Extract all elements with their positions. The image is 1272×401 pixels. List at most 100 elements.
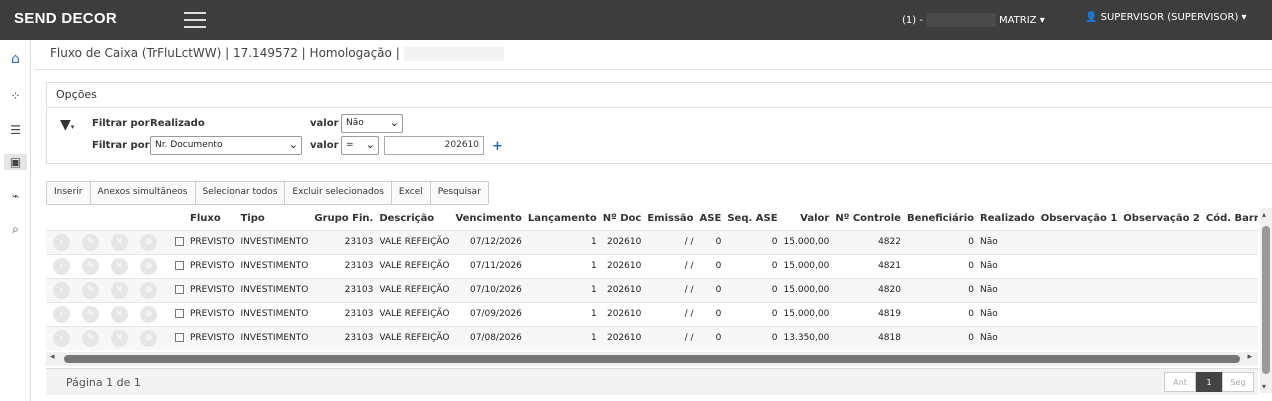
edit-icon[interactable]: ✎ xyxy=(82,233,99,251)
col-header[interactable]: Nº Controle xyxy=(832,208,904,230)
filter2-value-input[interactable]: 202610 xyxy=(384,136,484,155)
money-icon[interactable]: ▣ xyxy=(4,154,27,170)
loading-icon[interactable]: ⁘ xyxy=(7,88,24,104)
table-cell: 0 xyxy=(696,253,725,278)
row-checkbox[interactable] xyxy=(175,309,184,318)
scroll-right-icon[interactable]: ▸ xyxy=(1247,352,1252,362)
vertical-scrollbar[interactable]: ▴ ▾ xyxy=(1260,208,1272,393)
col-header[interactable]: ASE xyxy=(697,208,725,230)
table-row[interactable]: ⌕ ✎ ✕ ⊘ PREVISTO INVESTIMENTO 23103 VALE REFEIÇ… xyxy=(46,301,1258,326)
scroll-left-icon[interactable]: ◂ xyxy=(50,352,55,362)
excel-button[interactable]: Excel xyxy=(391,182,431,204)
user-menu[interactable]: 👤 SUPERVISOR (SUPERVISOR) ▾ xyxy=(1085,12,1247,23)
delete-icon[interactable]: ✕ xyxy=(111,233,128,251)
scroll-down-icon[interactable]: ▾ xyxy=(1262,382,1266,391)
table-row[interactable]: ⌕ ✎ ✕ ⊘ PREVISTO INVESTIMENTO 23103 VALE REFEIÇ… xyxy=(46,277,1258,302)
row-checkbox[interactable] xyxy=(175,237,184,246)
scroll-thumb[interactable] xyxy=(1262,226,1270,374)
col-header[interactable]: Seq. ASE xyxy=(724,208,780,230)
hamburger-menu-icon[interactable] xyxy=(184,12,206,28)
edit-icon[interactable]: ✎ xyxy=(82,305,99,323)
row-checkbox[interactable] xyxy=(175,261,184,270)
table-cell: / / xyxy=(644,253,697,278)
table-cell: 07/11/2026 xyxy=(452,253,525,278)
delete-icon[interactable]: ✕ xyxy=(111,257,128,275)
filter2-field-select[interactable]: Nr. Documento ⌄ xyxy=(150,136,302,155)
current-page-button[interactable]: 1 xyxy=(1196,372,1222,392)
home-icon[interactable]: ⌂ xyxy=(7,51,24,67)
search-button[interactable]: Pesquisar xyxy=(430,182,488,204)
col-header[interactable]: Observação 1 xyxy=(1038,208,1121,230)
table-row[interactable]: ⌕ ✎ ✕ ⊘ PREVISTO INVESTIMENTO 23103 VALE REFEIÇ… xyxy=(46,229,1258,254)
view-icon[interactable]: ⌕ xyxy=(53,281,70,299)
col-header[interactable]: Observação 2 xyxy=(1120,208,1203,230)
filter2-operator-select[interactable]: = ⌄ xyxy=(341,136,379,155)
scroll-up-icon[interactable]: ▴ xyxy=(1262,210,1266,219)
company-selector[interactable]: (1) - MATRIZ ▾ xyxy=(902,13,1045,27)
view-icon[interactable]: ⌕ xyxy=(53,233,70,251)
col-header[interactable]: Nº Doc xyxy=(600,208,645,230)
filter1-value-select[interactable]: Não ⌄ xyxy=(341,114,403,133)
prev-page-button[interactable]: Ant xyxy=(1164,372,1196,392)
breadcrumb: Fluxo de Caixa (TrFluLctWW) | 17.149572 … xyxy=(50,46,504,61)
row-checkbox[interactable] xyxy=(175,285,184,294)
delete-icon[interactable]: ✕ xyxy=(111,305,128,323)
delete-icon[interactable]: ✕ xyxy=(111,281,128,299)
table-cell: 0 xyxy=(696,301,725,326)
next-page-button[interactable]: Seg xyxy=(1222,372,1254,392)
row-checkbox[interactable] xyxy=(175,333,184,343)
col-header[interactable]: Lançamento xyxy=(525,208,600,230)
select-all-button[interactable]: Selecionar todos xyxy=(195,182,286,204)
search-icon[interactable]: ⌕ xyxy=(7,221,24,237)
table-cell: 15.000,00 xyxy=(780,229,833,254)
attach-icon[interactable]: ⊘ xyxy=(140,329,157,347)
table-cell xyxy=(1037,301,1121,326)
view-icon[interactable]: ⌕ xyxy=(53,305,70,323)
col-header[interactable]: Emissão xyxy=(644,208,696,230)
view-icon[interactable]: ⌕ xyxy=(53,257,70,275)
attach-icon[interactable]: ⊘ xyxy=(140,233,157,251)
table-cell: / / xyxy=(644,229,697,254)
edit-icon[interactable]: ✎ xyxy=(82,281,99,299)
chart-icon[interactable]: ⌁ xyxy=(7,188,24,204)
col-header[interactable]: Vencimento xyxy=(452,208,524,230)
horizontal-scrollbar[interactable]: ◂ ▸ xyxy=(46,352,1258,366)
filter1-value: Não xyxy=(346,118,364,128)
view-icon[interactable]: ⌕ xyxy=(53,329,70,347)
edit-icon[interactable]: ✎ xyxy=(82,257,99,275)
table-cell: Não xyxy=(977,229,1038,254)
checklist-icon[interactable]: ☰ xyxy=(7,122,24,138)
table-cell: VALE REFEIÇÃO xyxy=(376,301,453,326)
col-header[interactable]: Fluxo xyxy=(187,208,237,230)
delete-selected-button[interactable]: Excluir selecionados xyxy=(285,182,392,204)
scroll-thumb[interactable] xyxy=(64,355,1240,363)
attach-icon[interactable]: ⊘ xyxy=(140,257,157,275)
col-header[interactable]: Beneficiário xyxy=(904,208,977,230)
attach-icon[interactable]: ⊘ xyxy=(140,305,157,323)
table-cell: 0 xyxy=(724,301,781,326)
filter-icon[interactable]: ▼▾ xyxy=(60,117,74,133)
attachments-button[interactable]: Anexos simultâneos xyxy=(90,182,196,204)
attach-icon[interactable]: ⊘ xyxy=(140,281,157,299)
table-cell: 4818 xyxy=(832,325,904,350)
col-header[interactable]: Realizado xyxy=(977,208,1038,230)
col-header[interactable]: Valor xyxy=(781,208,833,230)
row-select-cell xyxy=(172,229,187,254)
edit-icon[interactable]: ✎ xyxy=(82,329,99,347)
col-header[interactable]: Descrição xyxy=(376,208,452,230)
user-name: SUPERVISOR (SUPERVISOR) xyxy=(1100,12,1239,23)
insert-button[interactable]: Inserir xyxy=(47,182,91,204)
table-cell: 0 xyxy=(903,253,978,278)
table-cell: 1 xyxy=(524,301,600,326)
sidebar: ⌂ ⁘ ☰ ▣ ⌁ ⌕ xyxy=(0,40,31,401)
col-header[interactable]: Cód. Barras xyxy=(1203,208,1258,230)
col-header[interactable]: Grupo Fin. xyxy=(311,208,376,230)
toolbar: Inserir Anexos simultâneos Selecionar to… xyxy=(46,181,489,205)
table-row[interactable]: ⌕ ✎ ✕ ⊘ PREVISTO INVESTIMENTO 23103 VALE REFEIÇ… xyxy=(46,253,1258,278)
row-select-cell xyxy=(172,277,187,302)
table-row[interactable]: ⌕ ✎ ✕ ⊘ PREVISTO INVESTIMENTO 23103 VALE REFEIÇ… xyxy=(46,325,1258,350)
add-filter-icon[interactable]: + xyxy=(492,139,503,154)
col-header[interactable]: Tipo xyxy=(237,208,311,230)
table-cell xyxy=(1202,277,1258,302)
delete-icon[interactable]: ✕ xyxy=(111,329,128,347)
